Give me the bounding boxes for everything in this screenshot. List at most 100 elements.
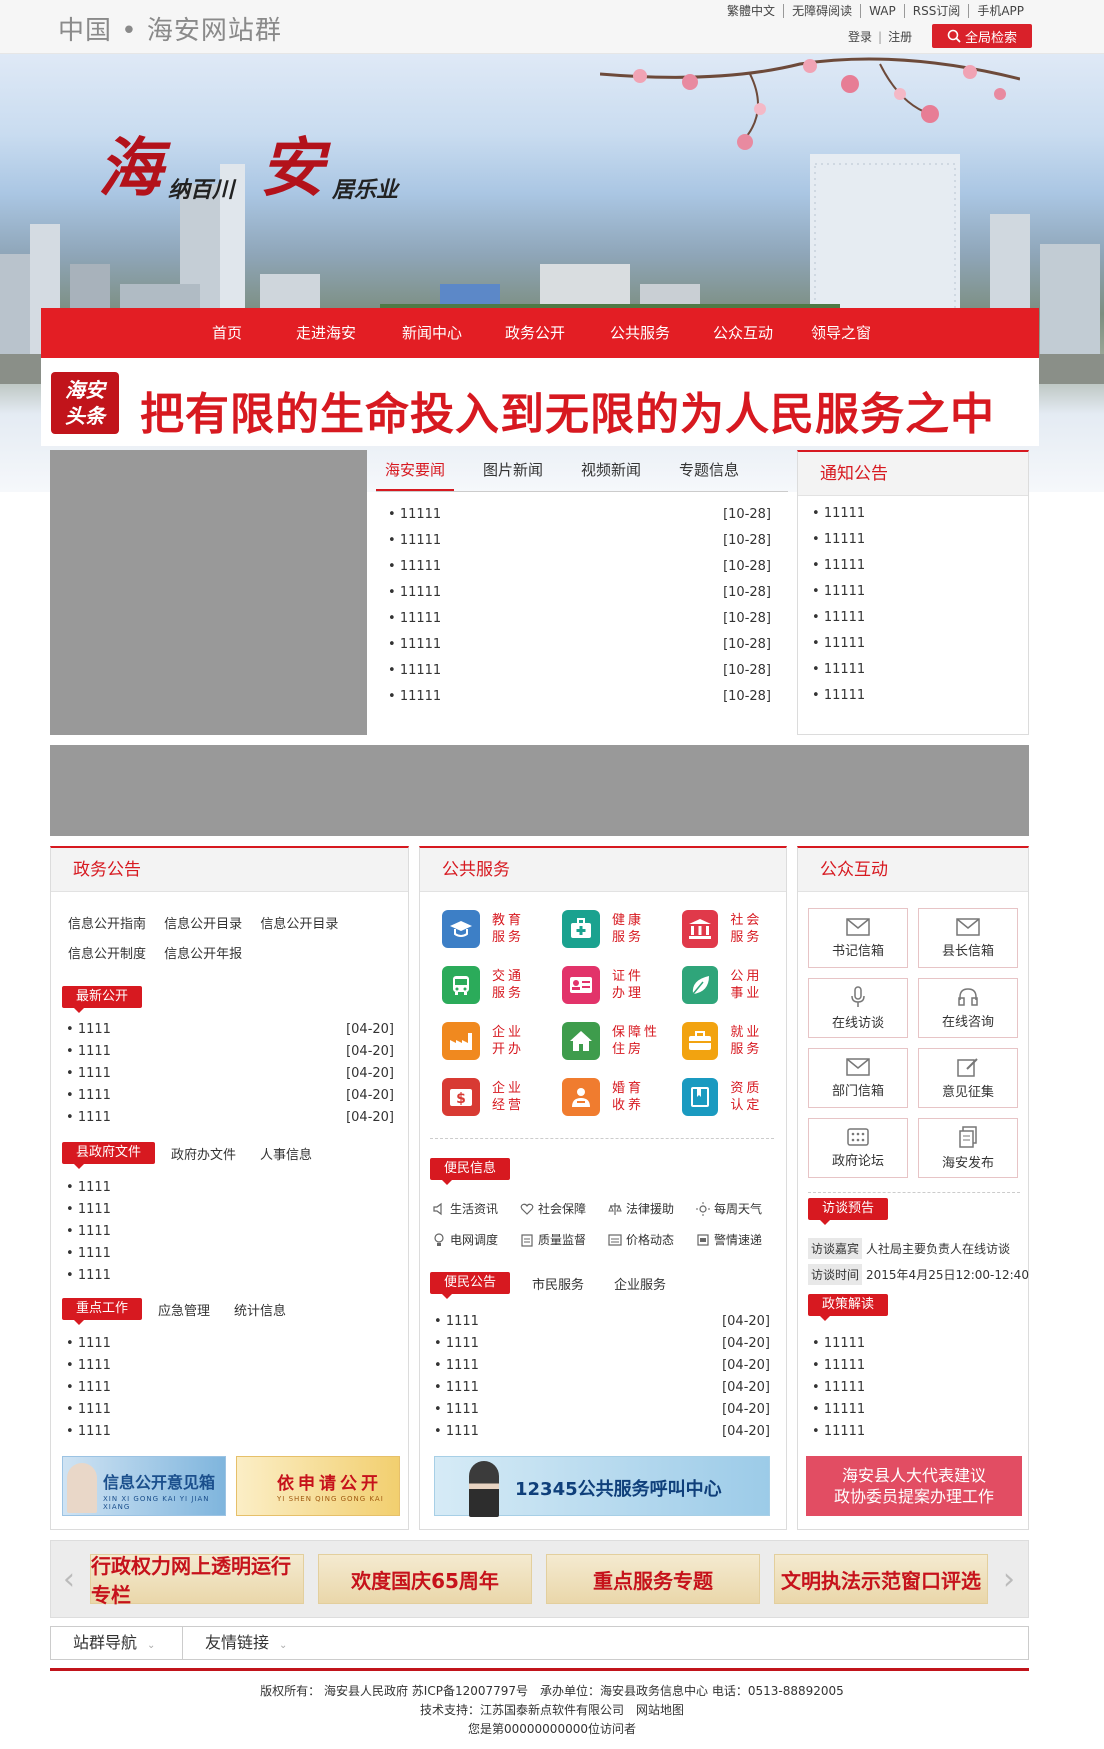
bianmin-police[interactable]: 警情速递 xyxy=(696,1231,782,1248)
gov-forum-button[interactable]: 政府论坛 xyxy=(808,1118,908,1178)
link-wap[interactable]: WAP xyxy=(860,4,904,18)
global-search-button[interactable]: 全局检索 xyxy=(932,24,1032,48)
tab-picture-news[interactable]: 图片新闻 xyxy=(474,450,552,491)
tab-statistics[interactable]: 统计信息 xyxy=(234,1300,286,1319)
nav-public-interaction[interactable]: 公众互动 xyxy=(690,308,796,358)
list-item[interactable]: 1111 xyxy=(66,1336,394,1358)
tab-citizen-service[interactable]: 市民服务 xyxy=(532,1274,584,1293)
list-item[interactable]: 1111[04-20] xyxy=(434,1424,770,1446)
service-certificate[interactable]: 证件 办理 xyxy=(562,966,682,1004)
tab-haian-news[interactable]: 海安要闻 xyxy=(376,450,455,491)
link-traditional-chinese[interactable]: 繁體中文 xyxy=(719,4,783,18)
nav-leaders[interactable]: 领导之窗 xyxy=(796,308,886,358)
bianmin-weather[interactable]: 每周天气 xyxy=(696,1200,782,1217)
list-item[interactable]: 1111 xyxy=(66,1246,394,1268)
apply-disclosure-banner[interactable]: 依申请公开 YI SHEN QING GONG KAI xyxy=(236,1456,400,1516)
tab-video-news[interactable]: 视频新闻 xyxy=(572,450,650,491)
gov-link[interactable]: 信息公开指南 xyxy=(68,917,146,932)
list-item[interactable]: 1111 xyxy=(66,1202,394,1224)
bianmin-grid-dispatch[interactable]: 电网调度 xyxy=(432,1231,520,1248)
topic-strip-civilized-law[interactable]: 文明执法示范窗口评选 xyxy=(774,1554,988,1604)
bianmin-legal-aid[interactable]: 法律援助 xyxy=(608,1200,696,1217)
latest-public-tag[interactable]: 最新公开 xyxy=(62,986,143,1013)
gov-link[interactable]: 信息公开目录 xyxy=(164,917,242,932)
list-item[interactable]: 1111 xyxy=(66,1402,394,1424)
department-mailbox-button[interactable]: 部门信箱 xyxy=(808,1048,908,1108)
site-group-nav-dropdown[interactable]: 站群导航 ⌄ xyxy=(51,1627,183,1659)
list-item[interactable]: 11111 xyxy=(812,1402,1012,1424)
haian-release-button[interactable]: 海安发布 xyxy=(918,1118,1018,1178)
list-item[interactable]: 1111 xyxy=(66,1424,394,1446)
bianmin-quality[interactable]: 质量监督 xyxy=(520,1231,608,1248)
bianmin-info-tag[interactable]: 便民信息 xyxy=(430,1158,511,1185)
list-item[interactable]: 1111[04-20] xyxy=(434,1358,770,1380)
online-consult-button[interactable]: 在线咨询 xyxy=(918,978,1018,1038)
nav-about-haian[interactable]: 走进海安 xyxy=(268,308,384,358)
news-image-placeholder[interactable] xyxy=(50,450,367,735)
secretary-mailbox-button[interactable]: 书记信箱 xyxy=(808,908,908,968)
list-item[interactable]: 1111[04-20] xyxy=(434,1402,770,1424)
interview-preview-tag[interactable]: 访谈预告 xyxy=(808,1198,889,1225)
list-item[interactable]: 1111[04-20] xyxy=(66,1022,394,1044)
tab-office-files[interactable]: 政府办文件 xyxy=(171,1144,236,1163)
tab-county-files[interactable]: 县政府文件 xyxy=(62,1142,156,1169)
tab-emergency[interactable]: 应急管理 xyxy=(158,1300,210,1319)
list-item[interactable]: 11111 xyxy=(812,532,1028,558)
list-item[interactable]: 11111 xyxy=(812,610,1028,636)
service-health[interactable]: 健康 服务 xyxy=(562,910,682,948)
list-item[interactable]: 1111 xyxy=(66,1380,394,1402)
service-transport[interactable]: 交通 服务 xyxy=(442,966,562,1004)
tab-bianmin-notice[interactable]: 便民公告 xyxy=(430,1272,511,1299)
link-rss[interactable]: RSS订阅 xyxy=(903,4,969,18)
list-item[interactable]: 11111 xyxy=(812,662,1028,688)
list-item[interactable]: 11111 xyxy=(812,584,1028,610)
bianmin-life[interactable]: 生活资讯 xyxy=(432,1200,520,1217)
list-item[interactable]: 11111 xyxy=(812,1358,1012,1380)
list-item[interactable]: 1111[04-20] xyxy=(434,1314,770,1336)
list-item[interactable]: 1111 xyxy=(66,1268,394,1290)
carousel-prev-arrow-icon[interactable]: ‹ xyxy=(56,1562,82,1597)
link-mobile-app[interactable]: 手机APP xyxy=(968,4,1032,18)
list-item[interactable]: 11111[10-28] xyxy=(388,663,771,689)
nav-gov-affairs[interactable]: 政务公开 xyxy=(480,308,590,358)
list-item[interactable]: 11111 xyxy=(812,636,1028,662)
opinion-collection-button[interactable]: 意见征集 xyxy=(918,1048,1018,1108)
footer-tech-support[interactable]: 技术支持：江苏国泰新点软件有限公司 网站地图 xyxy=(0,1701,1104,1720)
list-item[interactable]: 1111[04-20] xyxy=(434,1380,770,1402)
bianmin-price[interactable]: 价格动态 xyxy=(608,1231,696,1248)
list-item[interactable]: 11111[10-28] xyxy=(388,611,771,637)
service-qualification[interactable]: 资质 认定 xyxy=(682,1078,782,1116)
list-item[interactable]: 11111 xyxy=(812,506,1028,532)
list-item[interactable]: 1111 xyxy=(66,1224,394,1246)
list-item[interactable]: 11111[10-28] xyxy=(388,507,771,533)
list-item[interactable]: 1111[04-20] xyxy=(66,1066,394,1088)
carousel-next-arrow-icon[interactable]: › xyxy=(996,1562,1022,1597)
site-name[interactable]: 中国 • 海安网站群 xyxy=(58,10,282,47)
list-item[interactable]: 1111[04-20] xyxy=(66,1110,394,1132)
npc-cppcc-proposal-banner[interactable]: 海安县人大代表建议 政协委员提案办理工作 xyxy=(806,1456,1022,1516)
list-item[interactable]: 1111[04-20] xyxy=(66,1088,394,1110)
gov-link[interactable]: 信息公开制度 xyxy=(68,947,146,962)
service-business-start[interactable]: 企业 开办 xyxy=(442,1022,562,1060)
headline-text[interactable]: 把有限的生命投入到无限的为人民服务之中 xyxy=(140,378,995,442)
service-housing[interactable]: 保障性 住房 xyxy=(562,1022,682,1060)
topic-strip-key-service[interactable]: 重点服务专题 xyxy=(546,1554,760,1604)
nav-public-service[interactable]: 公共服务 xyxy=(590,308,690,358)
service-utility[interactable]: 公用 事业 xyxy=(682,966,782,1004)
tab-personnel[interactable]: 人事信息 xyxy=(260,1144,312,1163)
service-social[interactable]: 社会 服务 xyxy=(682,910,782,948)
list-item[interactable]: 1111 xyxy=(66,1180,394,1202)
service-marriage[interactable]: 婚育 收养 xyxy=(562,1078,682,1116)
list-item[interactable]: 11111[10-28] xyxy=(388,585,771,611)
list-item[interactable]: 11111[10-28] xyxy=(388,637,771,663)
list-item[interactable]: 1111[04-20] xyxy=(66,1044,394,1066)
service-employment[interactable]: 就业 服务 xyxy=(682,1022,782,1060)
link-accessibility[interactable]: 无障碍阅读 xyxy=(783,4,860,18)
tab-enterprise-service[interactable]: 企业服务 xyxy=(614,1274,666,1293)
list-item[interactable]: 11111 xyxy=(812,1336,1012,1358)
list-item[interactable]: 1111 xyxy=(66,1358,394,1380)
gov-link[interactable]: 信息公开目录 xyxy=(260,917,338,932)
hotline-12345-banner[interactable]: 12345公共服务呼叫中心 xyxy=(434,1456,770,1517)
gov-link[interactable]: 信息公开年报 xyxy=(164,947,242,962)
nav-news-center[interactable]: 新闻中心 xyxy=(384,308,480,358)
